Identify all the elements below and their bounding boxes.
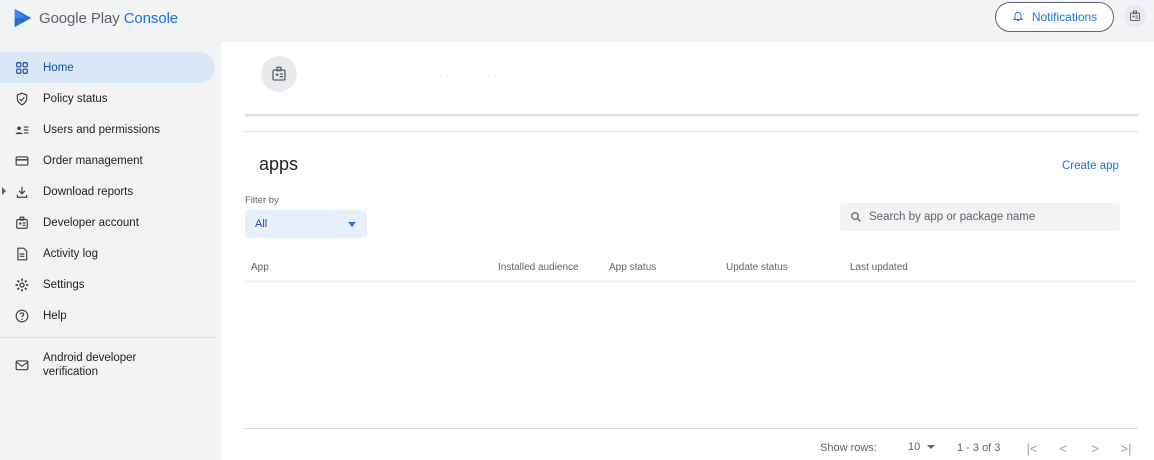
apps-table-header: App Installed audience App status Update…: [245, 256, 1138, 282]
sidebar-item-policy-status[interactable]: Policy status: [0, 83, 220, 114]
play-logo-icon: [14, 8, 32, 28]
filter-label: Filter by: [245, 195, 279, 206]
section-divider: [245, 131, 1138, 132]
column-app[interactable]: App: [251, 262, 269, 273]
column-installed-audience[interactable]: Installed audience: [498, 262, 579, 273]
sidebar-item-home[interactable]: Home: [0, 52, 215, 83]
expand-caret-icon[interactable]: [2, 187, 6, 195]
sidebar-item-label: Order management: [43, 154, 143, 167]
table-footer: Show rows: 10 1 - 3 of 3 |< < > >|: [245, 428, 1138, 460]
sidebar-item-users-and-permissions[interactable]: Users and permissions: [0, 114, 220, 145]
top-bar: Google Play Console Notifications: [0, 0, 1154, 38]
sidebar-item-label: Activity log: [43, 247, 98, 260]
main-content: · · · · · · · · · · · · · · · · apps Cre…: [221, 42, 1154, 460]
notifications-label: Notifications: [1031, 10, 1098, 24]
sidebar-item-label-line1: Android developer: [43, 352, 137, 364]
developer-avatar: [261, 56, 297, 92]
filter-dropdown[interactable]: All: [245, 210, 367, 238]
sidebar-item-settings[interactable]: Settings: [0, 269, 220, 300]
filter-value: All: [255, 218, 268, 230]
sidebar-item-help[interactable]: Help: [0, 300, 220, 331]
id-badge-icon: [272, 66, 286, 81]
sidebar-item-label: Help: [43, 309, 67, 322]
page-range: 1 - 3 of 3: [957, 442, 1001, 454]
sidebar-item-download-reports[interactable]: Download reports: [0, 176, 220, 207]
page-title: apps: [259, 154, 299, 174]
account-avatar[interactable]: [1124, 5, 1146, 27]
download-icon: [14, 184, 30, 200]
sidebar: Home Policy status Users and permissions…: [0, 52, 220, 382]
previous-page-button[interactable]: <: [1054, 439, 1072, 457]
sidebar-item-android-developer-verification[interactable]: Android developer verification: [0, 348, 220, 382]
play-console-logo[interactable]: Google Play Console: [12, 7, 178, 29]
sidebar-item-label-line2: verification: [43, 366, 98, 378]
search-field[interactable]: [840, 203, 1120, 231]
sidebar-item-label: Users and permissions: [43, 123, 160, 136]
document-icon: [14, 246, 30, 262]
id-badge-icon: [14, 215, 30, 231]
next-page-button[interactable]: >: [1086, 439, 1104, 457]
logo-brand: Google Play: [39, 9, 120, 27]
column-update-status[interactable]: Update status: [726, 262, 788, 273]
first-page-button[interactable]: |<: [1023, 439, 1041, 457]
rows-per-page-select[interactable]: 10: [908, 441, 936, 453]
home-grid-icon: [14, 60, 30, 76]
sidebar-item-label: Policy status: [43, 92, 108, 105]
gear-icon: [14, 277, 30, 293]
column-app-status[interactable]: App status: [609, 262, 656, 273]
create-app-button[interactable]: Create app: [1062, 160, 1119, 172]
users-list-icon: [14, 122, 30, 138]
rows-per-page-value: 10: [908, 441, 921, 453]
help-icon: [14, 308, 30, 324]
search-input[interactable]: [869, 211, 1109, 223]
account-card: · · · · · · · · · · · · · · · ·: [245, 42, 1138, 116]
shield-icon: [14, 91, 30, 107]
sidebar-divider: [0, 337, 215, 338]
sidebar-item-label: Settings: [43, 278, 85, 291]
logo-product: Console: [123, 9, 179, 27]
credit-card-icon: [14, 153, 30, 169]
sidebar-item-label: Android developer verification: [43, 351, 136, 379]
dropdown-arrow-icon: [927, 445, 936, 449]
logo-text: Google Play Console: [39, 10, 178, 27]
sidebar-item-developer-account[interactable]: Developer account: [0, 207, 220, 238]
last-page-button[interactable]: >|: [1117, 439, 1135, 457]
sidebar-item-activity-log[interactable]: Activity log: [0, 238, 220, 269]
mail-id-icon: [14, 357, 30, 373]
dropdown-arrow-icon: [348, 222, 356, 227]
search-icon: [851, 212, 861, 222]
sidebar-item-label: Developer account: [43, 216, 139, 229]
developer-account-id: · · · · · · · · · · · · · · · ·: [425, 72, 532, 81]
sidebar-item-label: Download reports: [43, 185, 134, 198]
bell-icon: [1012, 11, 1024, 21]
sidebar-item-label: Home: [43, 61, 74, 74]
sidebar-item-order-management[interactable]: Order management: [0, 145, 220, 176]
show-rows-label: Show rows:: [820, 442, 877, 454]
id-badge-icon: [1130, 10, 1140, 21]
column-last-updated[interactable]: Last updated: [850, 262, 908, 273]
notifications-button[interactable]: Notifications: [995, 2, 1114, 32]
